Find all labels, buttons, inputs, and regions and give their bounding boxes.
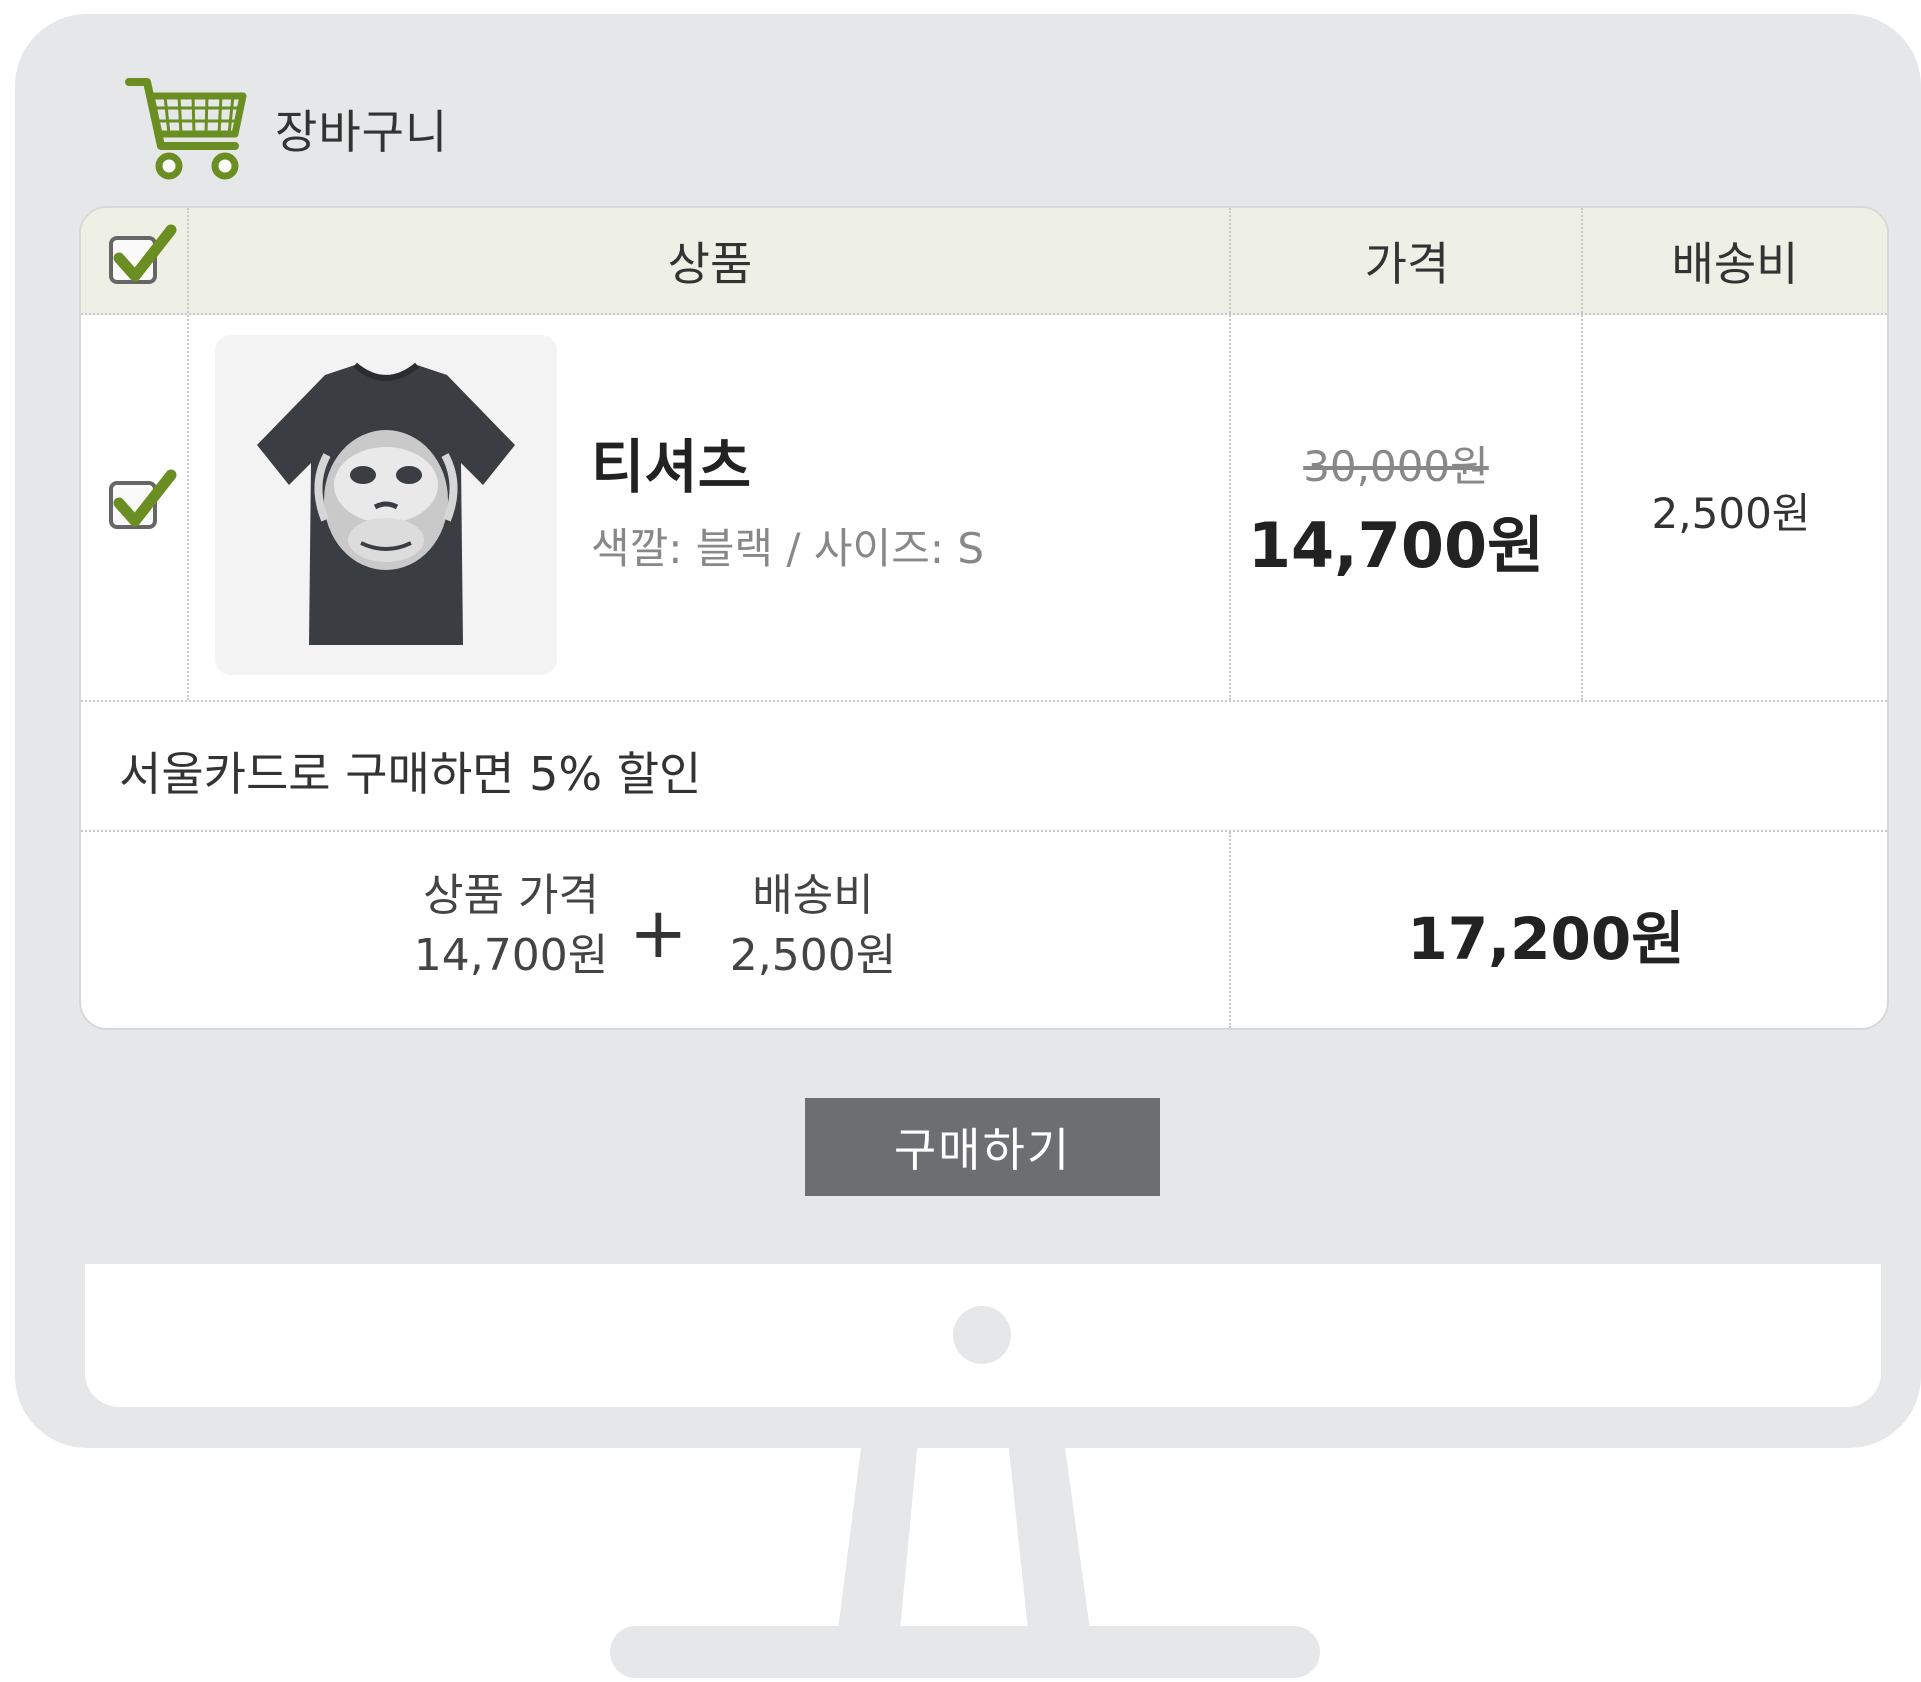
product-price-value: 14,700원 — [413, 930, 609, 981]
table-row: 티셔츠 색깔: 블랙 / 사이즈: S 30,000원 14,700원 2,50… — [81, 315, 1887, 702]
column-header-price: 가격 — [1364, 236, 1450, 291]
product-price-summary: 상품 가격 14,700원 — [401, 866, 621, 986]
cart-header: 장바구니 — [125, 69, 448, 189]
plus-sign: + — [629, 892, 688, 974]
select-all-checkbox[interactable] — [109, 224, 177, 284]
original-price: 30,000원 — [1303, 442, 1489, 491]
promo-text: 서울카드로 구매하면 5% 할인 — [119, 747, 702, 801]
monitor-stand — [610, 1440, 1320, 1678]
table-header-row: 상품 가격 배송비 — [81, 208, 1887, 315]
shipping-summary: 배송비 2,500원 — [713, 866, 913, 986]
product-name[interactable]: 티셔츠 — [591, 420, 751, 504]
buy-button[interactable]: 구매하기 — [805, 1098, 1160, 1196]
cart-title: 장바구니 — [275, 105, 449, 159]
shipping-fee: 2,500원 — [1651, 489, 1811, 538]
product-image[interactable] — [215, 335, 557, 675]
total-amount: 17,200원 — [1407, 905, 1685, 973]
power-button — [953, 1306, 1011, 1364]
promo-row: 서울카드로 구매하면 5% 할인 — [81, 702, 1887, 832]
checkmark-icon — [113, 469, 177, 527]
monitor-frame: 장바구니 상품 가격 배송비 티셔츠 색깔: 블랙 / 사이즈: S 30,00… — [15, 14, 1921, 1448]
column-header-shipping: 배송비 — [1671, 236, 1799, 291]
column-header-product: 상품 — [667, 236, 753, 291]
item-checkbox[interactable] — [109, 469, 177, 529]
total-row: 상품 가격 14,700원 + 배송비 2,500원 17,200원 — [81, 832, 1887, 1028]
shopping-cart-icon — [125, 78, 247, 180]
tshirt-icon — [257, 362, 515, 645]
product-option: 색깔: 블랙 / 사이즈: S — [591, 524, 984, 573]
shipping-value: 2,500원 — [729, 930, 897, 981]
shipping-label: 배송비 — [752, 870, 874, 921]
sale-price: 14,700원 — [1247, 509, 1545, 582]
cart-table: 상품 가격 배송비 티셔츠 색깔: 블랙 / 사이즈: S 30,000원 14… — [79, 206, 1889, 1030]
checkmark-icon — [113, 224, 177, 282]
product-price-label: 상품 가격 — [423, 870, 599, 921]
